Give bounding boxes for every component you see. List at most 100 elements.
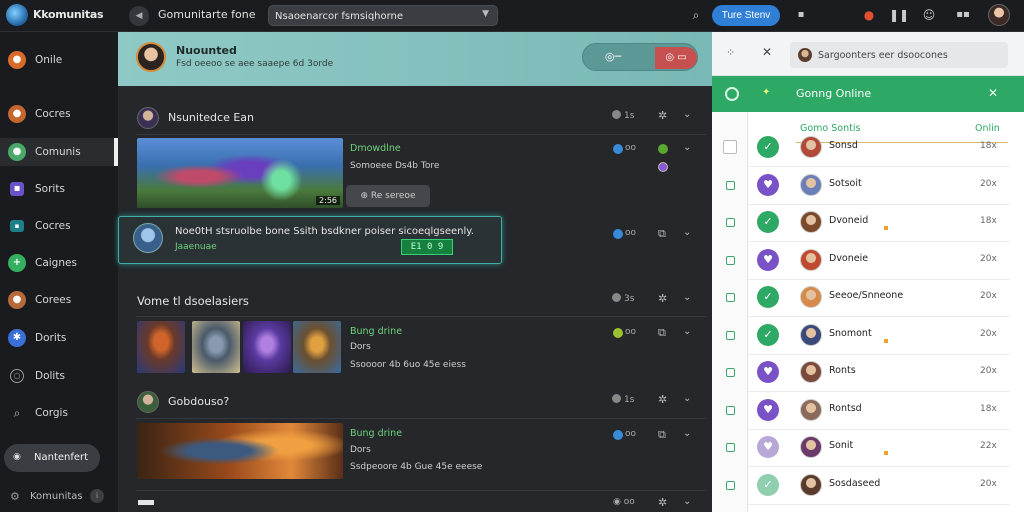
hero-thumbnail[interactable] — [137, 321, 185, 373]
grid-icon[interactable]: ▪ — [793, 7, 809, 23]
row-checkbox[interactable] — [726, 256, 735, 265]
check-icon[interactable]: ✓ — [757, 474, 779, 496]
bell-icon[interactable]: ● — [861, 7, 877, 23]
check-icon[interactable]: ✓ — [757, 286, 779, 308]
hero-thumbnail[interactable] — [243, 321, 291, 373]
chevron-down-icon[interactable]: ⌄ — [683, 428, 691, 439]
avatar[interactable] — [137, 391, 159, 413]
app-logo-icon[interactable] — [6, 4, 28, 26]
heart-icon[interactable]: ♥ — [757, 361, 779, 383]
sidebar-item-dorits[interactable]: ✱ Dorits — [0, 324, 118, 352]
toggle-off-icon[interactable]: ◎ ▭ — [655, 47, 697, 69]
back-button[interactable]: ◀ — [129, 6, 149, 26]
row-checkbox[interactable] — [726, 481, 735, 490]
post-title[interactable]: Dmowdlne — [350, 143, 401, 154]
apps-icon[interactable]: ▪▪ — [955, 7, 971, 23]
share-icon[interactable]: ⧉ — [658, 326, 666, 340]
heart-icon[interactable]: ♥ — [757, 399, 779, 421]
chevron-down-icon[interactable]: ⌄ — [683, 496, 691, 507]
list-item[interactable]: ♥ Sotsoit 20x — [712, 168, 1024, 205]
info-icon[interactable]: i — [90, 489, 104, 503]
row-checkbox[interactable] — [726, 331, 735, 340]
like-icon[interactable] — [658, 144, 668, 154]
row-checkbox[interactable] — [726, 368, 735, 377]
hero-thumbnail[interactable] — [192, 321, 240, 373]
top-search-box[interactable]: ▼ — [268, 5, 498, 26]
avatar[interactable] — [800, 399, 822, 421]
post-thumbnail[interactable]: 2:56 — [137, 138, 343, 208]
chevron-down-icon[interactable]: ⌄ — [683, 227, 691, 238]
sidebar-item-cocres-2[interactable]: ▪ Cocres — [0, 212, 118, 240]
post-title[interactable]: Bung drine — [350, 428, 402, 439]
avatar[interactable] — [800, 211, 822, 233]
avatar[interactable] — [800, 249, 822, 271]
row-checkbox[interactable] — [726, 218, 735, 227]
smile-icon[interactable]: ☺ — [921, 7, 937, 23]
avatar[interactable] — [800, 174, 822, 196]
share-icon[interactable]: ⧉ — [658, 428, 666, 442]
avatar[interactable] — [800, 324, 822, 346]
chevron-down-icon[interactable]: ⌄ — [683, 326, 691, 337]
list-item[interactable]: ♥ Ronts 20x — [712, 355, 1024, 392]
globe-icon[interactable]: ◉ oo — [613, 497, 635, 507]
heart-icon[interactable]: ♥ — [757, 249, 779, 271]
sidebar-item-caignes[interactable]: + Caignes — [0, 249, 118, 277]
sidebar-item-cocres[interactable]: ● Cocres — [0, 100, 118, 128]
avatar[interactable] — [800, 286, 822, 308]
panel-search-box[interactable] — [790, 42, 1008, 68]
globe-icon[interactable] — [613, 229, 623, 239]
avatar[interactable] — [800, 436, 822, 458]
list-item[interactable]: ♥ Rontsd 18x — [712, 393, 1024, 430]
sidebar-item-sorits[interactable]: ▪ Sorits — [0, 175, 118, 203]
chevron-down-icon[interactable]: ▼ — [482, 9, 489, 19]
grid-icon[interactable]: ⁘ — [726, 46, 735, 59]
list-item[interactable]: ✓ Dvoneid 18x — [712, 205, 1024, 242]
hero-thumbnail[interactable] — [293, 321, 341, 373]
list-item[interactable]: ♥ Sonit 22x — [712, 430, 1024, 467]
user-avatar[interactable] — [988, 4, 1010, 26]
row-checkbox[interactable] — [726, 443, 735, 452]
sidebar-footer[interactable]: ⚙ Komunitas i — [0, 488, 118, 508]
banner-avatar[interactable] — [136, 42, 166, 72]
sidebar-item-corees[interactable]: ● Corees — [0, 286, 118, 314]
check-icon[interactable]: ✓ — [757, 324, 779, 346]
list-item[interactable]: ✓ Sosdaseed 20x — [712, 468, 1024, 505]
post-title[interactable]: Bung drine — [350, 326, 402, 337]
sidebar-item-dolits[interactable]: ○ Dolits — [0, 362, 118, 390]
check-icon[interactable]: ✓ — [757, 211, 779, 233]
gear-icon[interactable]: ✲ — [658, 496, 667, 509]
top-search-input[interactable] — [275, 9, 475, 23]
share-icon[interactable]: ⧉ — [658, 227, 666, 241]
row-checkbox[interactable] — [726, 181, 735, 190]
ring-icon[interactable] — [725, 87, 739, 101]
join-button[interactable]: Ture Stenv — [712, 5, 780, 26]
network-button[interactable]: ◉ Nantenfert — [4, 444, 100, 472]
check-icon[interactable]: ✓ — [757, 136, 779, 158]
list-item[interactable]: ✓ Seeoe/Snneone 20x — [712, 280, 1024, 317]
toggle-on-icon[interactable]: ◎─ — [589, 49, 637, 65]
sidebar-item-comunis[interactable]: ● Comunis — [0, 138, 118, 166]
chevron-down-icon[interactable]: ⌄ — [683, 142, 691, 153]
post-thumbnail[interactable] — [137, 423, 343, 479]
list-item[interactable]: ✓ Snomont 20x — [712, 318, 1024, 355]
chevron-down-icon[interactable]: ⌄ — [683, 109, 691, 120]
status-icon[interactable] — [613, 328, 623, 338]
gear-icon[interactable]: ✲ — [658, 393, 667, 406]
row-checkbox[interactable] — [726, 293, 735, 302]
avatar[interactable] — [137, 107, 159, 129]
highlighted-notice[interactable]: Noe0tH stsruolbe bone Ssith bsdkner pois… — [118, 216, 502, 264]
avatar[interactable] — [800, 361, 822, 383]
globe-icon[interactable] — [613, 430, 623, 440]
status-toggle[interactable]: ◎─ ◎ ▭ — [582, 43, 698, 71]
globe-icon[interactable] — [613, 144, 623, 154]
chevron-down-icon[interactable]: ⌄ — [683, 393, 691, 404]
sidebar-item-online[interactable]: ● Onile — [0, 46, 118, 74]
avatar[interactable] — [800, 474, 822, 496]
heart-icon[interactable]: ♥ — [757, 174, 779, 196]
follow-button[interactable]: ⊕ Re sereoe — [346, 185, 430, 207]
gear-icon[interactable]: ✲ — [658, 292, 667, 305]
avatar[interactable] — [800, 136, 822, 158]
search-icon[interactable]: ⌕ — [688, 7, 704, 23]
heart-icon[interactable]: ♥ — [757, 436, 779, 458]
row-checkbox[interactable] — [726, 406, 735, 415]
